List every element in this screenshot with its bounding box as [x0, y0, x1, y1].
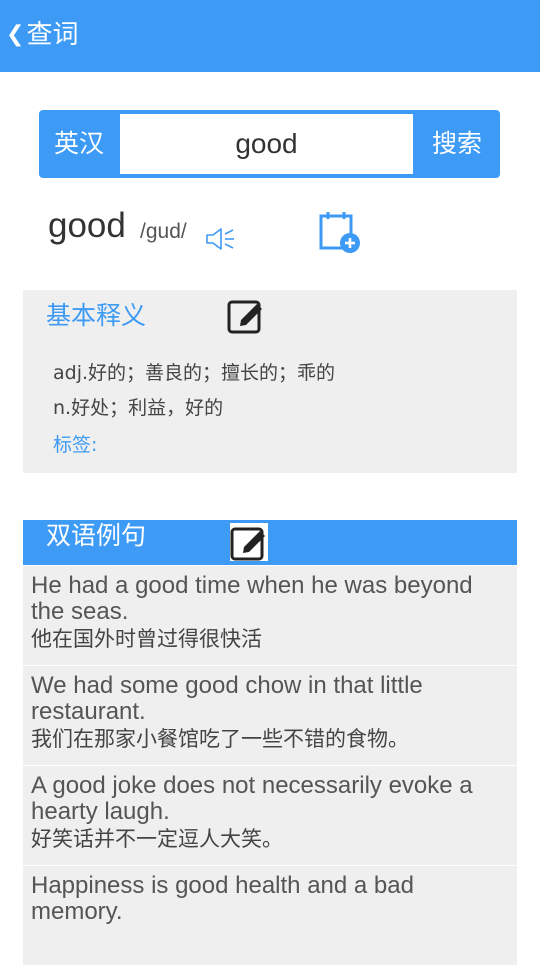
definition-line: n.好处；利益，好的: [53, 397, 224, 419]
search-bar: 英汉 搜索: [39, 110, 500, 178]
tags-link[interactable]: 标签:: [53, 430, 97, 457]
example-chinese: 好笑话并不一定逗人大笑。: [31, 827, 283, 851]
example-list: He had a good time when he was beyond th…: [23, 566, 517, 966]
example-chinese: 我们在那家小餐馆吃了一些不错的食物。: [31, 727, 409, 751]
basic-definition-panel: 基本释义 adj.好的；善良的；擅长的；乖的 n.好处；利益，好的 标签:: [23, 290, 517, 473]
search-input[interactable]: [120, 114, 413, 174]
page-title: 查词: [26, 20, 79, 50]
example-chinese: 他在国外时曾过得很快活: [31, 627, 262, 651]
phonetic: /gud/: [140, 220, 187, 243]
add-to-notebook-icon[interactable]: [318, 210, 362, 254]
basic-definition-heading: 基本释义: [46, 301, 147, 330]
speaker-icon[interactable]: [204, 226, 236, 252]
definition-line: adj.好的；善良的；擅长的；乖的: [53, 362, 336, 384]
example-english: He had a good time when he was beyond th…: [31, 572, 473, 625]
bilingual-examples-header: 双语例句: [23, 520, 517, 565]
example-item[interactable]: Happiness is good health and a bad memor…: [23, 866, 517, 966]
example-english: A good joke does not necessarily evoke a…: [31, 772, 473, 825]
search-button[interactable]: 搜索: [414, 110, 500, 178]
example-item[interactable]: A good joke does not necessarily evoke a…: [23, 766, 517, 866]
bilingual-examples-heading: 双语例句: [46, 521, 147, 550]
example-english: We had some good chow in that little res…: [31, 672, 423, 725]
back-button[interactable]: ❮ 查词: [6, 20, 78, 50]
dictionary-mode-button[interactable]: 英汉: [39, 110, 119, 178]
chevron-left-icon: ❮: [6, 22, 25, 47]
edit-note-icon[interactable]: [228, 521, 270, 563]
edit-note-icon[interactable]: [227, 296, 267, 336]
example-item[interactable]: He had a good time when he was beyond th…: [23, 566, 517, 666]
headword: good: [48, 206, 126, 245]
top-app-bar: ❮ 查词: [0, 0, 540, 72]
example-english: Happiness is good health and a bad memor…: [31, 872, 414, 925]
example-item[interactable]: We had some good chow in that little res…: [23, 666, 517, 766]
